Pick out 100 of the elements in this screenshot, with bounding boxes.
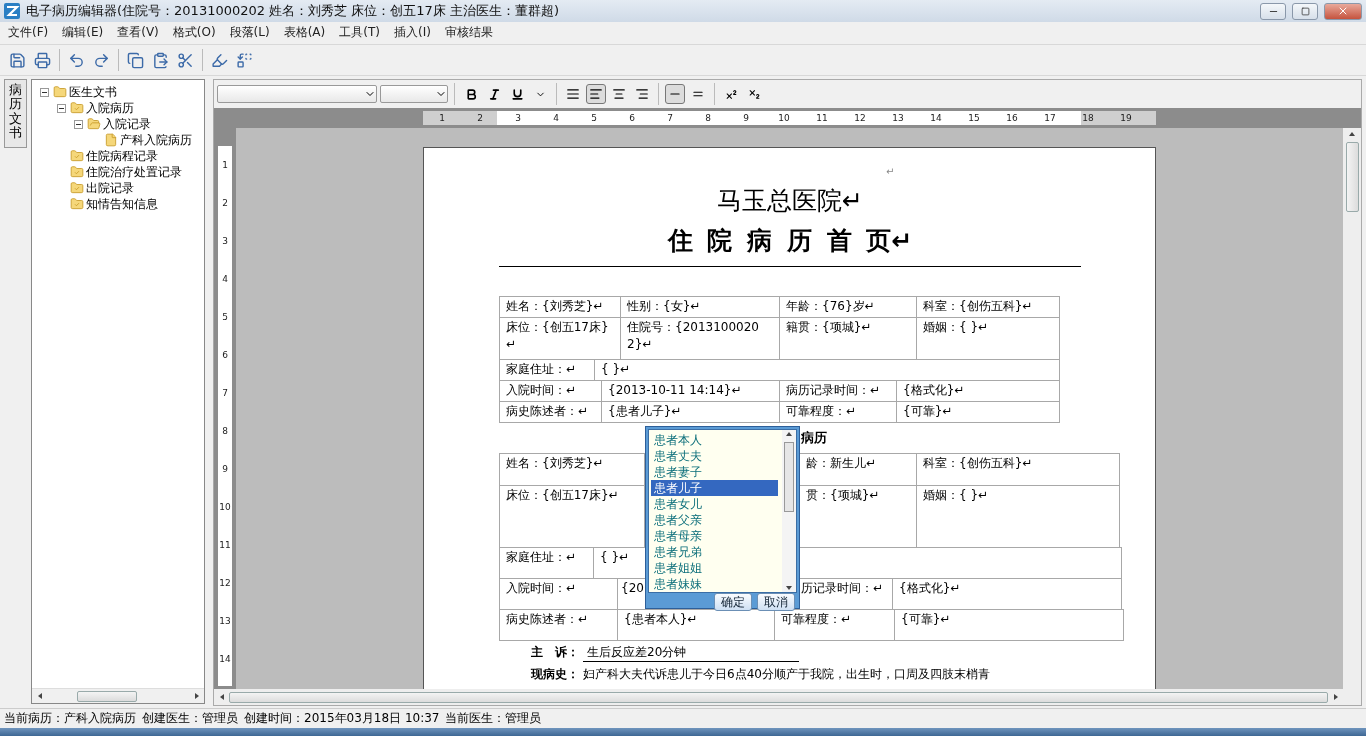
ruler-number: 1 — [221, 159, 229, 172]
tree-item[interactable]: 医生文书 — [69, 83, 117, 101]
ruler-number: 9 — [221, 463, 229, 476]
ruler-number: 1 — [438, 112, 446, 125]
scroll-up-icon[interactable] — [1348, 130, 1356, 138]
scroll-right-icon[interactable] — [192, 692, 201, 700]
align-left-button[interactable] — [586, 84, 606, 104]
collapse-toggle[interactable] — [74, 119, 83, 129]
ruler-number: 6 — [221, 349, 229, 362]
checked-folder-icon — [70, 165, 84, 179]
tree-item[interactable]: 知情告知信息 — [86, 195, 158, 213]
table-cell: 可靠程度：↵ — [779, 401, 897, 423]
ruler-number: 3 — [221, 235, 229, 248]
menu-item[interactable]: 编辑(E) — [56, 23, 112, 41]
bold-icon — [464, 87, 478, 101]
option-item[interactable]: 患者丈夫 — [651, 448, 778, 464]
maximize-button[interactable] — [1292, 2, 1318, 20]
minimize-button[interactable] — [1260, 2, 1286, 20]
field-label: 主 诉： — [531, 644, 579, 661]
ruler-number: 8 — [704, 112, 712, 125]
ruler-number: 18 — [1081, 112, 1095, 125]
ruler-number: 10 — [218, 501, 232, 514]
ruler-number: 13 — [891, 112, 905, 125]
tree-item[interactable]: 住院治疗处置记录 — [86, 163, 182, 181]
scroll-up-icon[interactable] — [785, 430, 793, 438]
undo-icon — [68, 51, 85, 69]
tree-item[interactable]: 出院记录 — [86, 179, 134, 197]
ruler-number: 19 — [1119, 112, 1133, 125]
ruler-number: 12 — [853, 112, 867, 125]
justify-icon — [566, 87, 580, 101]
ruler-number: 15 — [967, 112, 981, 125]
history-text: 妇产科大夫代诉患儿于今日6点40分顺产于我院，出生时，口周及四肢末梢青 — [583, 666, 990, 683]
font-dropdown[interactable] — [217, 85, 377, 103]
menu-item[interactable]: 段落(L) — [223, 23, 278, 41]
horizontal-scrollbar[interactable] — [32, 688, 204, 703]
menu-item[interactable]: 格式(O) — [166, 23, 224, 41]
status-text: 当前病历：产科入院病历 — [4, 710, 136, 727]
option-item[interactable]: 患者本人 — [651, 432, 778, 448]
option-item[interactable]: 患者兄弟 — [651, 544, 778, 560]
window-title: 电子病历编辑器(住院号：20131000202 姓名：刘秀芝 床位：创五17床 主治医生：董群超) — [26, 2, 561, 20]
ruler-number: 7 — [666, 112, 674, 125]
folder-icon — [53, 85, 67, 99]
ok-button[interactable]: 确定 — [714, 593, 752, 611]
option-item[interactable]: 患者母亲 — [651, 528, 778, 544]
scroll-thumb[interactable] — [784, 442, 794, 512]
subscript-icon — [747, 87, 761, 101]
scroll-thumb[interactable] — [1345, 142, 1359, 212]
menu-item[interactable]: 工具(T) — [333, 23, 388, 41]
cancel-button[interactable]: 取消 — [757, 593, 795, 611]
ruler-number: 3 — [514, 112, 522, 125]
scroll-thumb[interactable] — [229, 691, 1328, 703]
copy-icon — [127, 51, 144, 69]
popup-scrollbar[interactable] — [782, 430, 796, 592]
tree-item[interactable]: 入院记录 — [103, 115, 151, 133]
ruler-number: 11 — [218, 539, 232, 552]
ruler-number: 16 — [1005, 112, 1019, 125]
menu-item[interactable]: 文件(F) — [2, 23, 57, 41]
align-center-icon — [612, 87, 626, 101]
option-item[interactable]: 患者妻子 — [651, 464, 778, 480]
option-item[interactable]: 患者父亲 — [651, 512, 778, 528]
menu-item[interactable]: 表格(A) — [277, 23, 334, 41]
menu-item[interactable]: 审核结果 — [438, 23, 501, 41]
table-cell: 科室：{创伤五科}↵ — [916, 296, 1060, 318]
tree-item[interactable]: 入院病历 — [86, 99, 134, 117]
italic-icon — [487, 87, 501, 101]
ruler-number: 12 — [218, 577, 232, 590]
section-heading: 病历 — [801, 428, 827, 447]
document-icon — [104, 133, 118, 147]
ruler-number: 5 — [590, 112, 598, 125]
single-spacing-button[interactable] — [665, 84, 685, 104]
ruler-number: 6 — [628, 112, 636, 125]
table-cell: {可靠}↵ — [894, 609, 1124, 641]
hospital-title: 马玉总医院↵ — [716, 185, 864, 217]
scroll-thumb[interactable] — [77, 690, 137, 702]
superscript-icon — [724, 87, 738, 101]
menu-item[interactable]: 插入(I) — [387, 23, 439, 41]
ruler-number: 17 — [1043, 112, 1057, 125]
maximize-icon — [1300, 6, 1310, 16]
option-item[interactable]: 患者儿子 — [651, 480, 778, 496]
status-text: 创建医生：管理员 — [142, 710, 238, 727]
app-logo — [4, 3, 20, 19]
status-text: 创建时间：2015年03月18日 10:37 — [244, 710, 440, 727]
ruler-number: 14 — [929, 112, 943, 125]
checked-folder-icon — [70, 197, 84, 211]
option-item[interactable]: 患者女儿 — [651, 496, 778, 512]
ruler-number: 4 — [552, 112, 560, 125]
ruler-number: 2 — [476, 112, 484, 125]
scroll-right-icon[interactable] — [1331, 693, 1340, 701]
underline-icon — [510, 87, 524, 101]
menu-item[interactable]: 查看(V) — [111, 23, 167, 41]
collapse-toggle[interactable] — [57, 103, 66, 113]
collapse-toggle[interactable] — [40, 87, 49, 97]
side-tab[interactable]: 病历文书 — [4, 79, 27, 148]
option-item[interactable]: 患者姐姐 — [651, 560, 778, 576]
tree-item[interactable]: 住院病程记录 — [86, 147, 158, 165]
save-icon — [9, 51, 26, 69]
tree-item[interactable]: 产科入院病历 — [120, 131, 192, 149]
font-size-dropdown[interactable] — [380, 85, 448, 103]
cut-icon — [177, 51, 194, 69]
close-button[interactable] — [1324, 2, 1362, 20]
